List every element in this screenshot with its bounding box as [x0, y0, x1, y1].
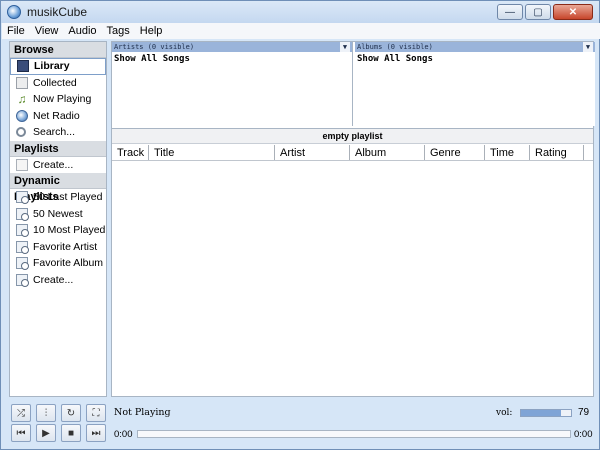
volume-slider-fill — [521, 410, 561, 416]
browse-header: Browse — [10, 42, 106, 58]
collected-icon — [16, 76, 28, 89]
sidebar: Browse Library Collected ♫ Now Playing N… — [9, 41, 107, 397]
playlist-column-header: Track Title Artist Album Genre Time Rati… — [112, 145, 593, 161]
playlist-title: empty playlist — [112, 128, 593, 144]
repeat-button[interactable]: ↻ — [61, 404, 81, 422]
now-playing-status: Not Playing — [114, 407, 171, 418]
page-icon — [16, 158, 28, 171]
main-panel: Artists (0 visible) ▼ Show All Songs Alb… — [111, 41, 595, 397]
sidebar-item-create-dynamic[interactable]: Create... — [10, 272, 106, 289]
sidebar-item-favorite-artist[interactable]: Favorite Artist — [10, 239, 106, 256]
next-button[interactable]: ⏭ — [86, 424, 106, 442]
play-button[interactable]: ▶ — [36, 424, 56, 442]
sidebar-item-collected[interactable]: Collected — [10, 75, 106, 92]
column-genre[interactable]: Genre — [425, 145, 485, 160]
minimize-button[interactable]: — — [497, 4, 523, 20]
stop-button[interactable]: ■ — [61, 424, 81, 442]
sidebar-item-search[interactable]: Search... — [10, 124, 106, 141]
menu-view[interactable]: View — [30, 25, 64, 37]
sidebar-item-label: Create... — [33, 273, 74, 286]
app-window: musikCube — ▢ ✕ File View Audio Tags Hel… — [0, 0, 600, 450]
sidebar-item-now-playing[interactable]: ♫ Now Playing — [10, 91, 106, 108]
volume-value: 79 — [578, 407, 590, 418]
menu-file[interactable]: File — [2, 25, 30, 37]
dynamic-playlist-icon — [16, 191, 29, 205]
sidebar-item-label: Search... — [33, 126, 76, 139]
sidebar-item-label: Library — [34, 60, 70, 73]
fullscreen-icon: ⛶ — [92, 407, 100, 419]
previous-icon: ⏮ — [16, 427, 26, 439]
playlists-header: Playlists — [10, 140, 106, 157]
sidebar-item-label: 50 Newest — [33, 207, 83, 220]
chevron-down-icon[interactable]: ▼ — [340, 42, 350, 52]
maximize-button[interactable]: ▢ — [525, 4, 551, 20]
column-time[interactable]: Time — [485, 145, 530, 160]
close-button[interactable]: ✕ — [553, 4, 593, 20]
artists-filter-header[interactable]: Artists (0 visible) ▼ — [112, 42, 352, 52]
sidebar-item-label: Collected — [33, 76, 77, 89]
transport-bar: ⤮ ⫶ ↻ ⛶ ⏮ ▶ ■ ⏭ Not Playing vol: 79 0:00… — [1, 399, 599, 449]
previous-button[interactable]: ⏮ — [11, 424, 31, 442]
fullscreen-button[interactable]: ⛶ — [86, 404, 106, 422]
artists-filter-title: Artists (0 visible) — [114, 43, 195, 51]
volume-slider[interactable] — [520, 409, 572, 417]
sidebar-item-label: Favorite Artist — [33, 240, 98, 253]
dynamic-playlist-icon — [16, 257, 29, 271]
column-title[interactable]: Title — [149, 145, 275, 160]
title-bar[interactable]: musikCube — ▢ ✕ — [1, 1, 599, 23]
play-icon: ▶ — [42, 427, 50, 439]
column-rating[interactable]: Rating — [530, 145, 584, 160]
music-note-icon: ♫ — [17, 92, 27, 107]
time-elapsed: 0:00 — [114, 429, 133, 440]
volume-label: vol: — [496, 408, 513, 418]
sidebar-item-label: Create... — [33, 158, 74, 171]
artists-filter[interactable]: Artists (0 visible) ▼ Show All Songs — [112, 42, 353, 126]
stop-icon: ■ — [67, 427, 75, 439]
menu-bar: File View Audio Tags Help — [2, 23, 600, 39]
dynamic-playlist-icon — [16, 207, 29, 221]
window-controls: — ▢ ✕ — [497, 4, 593, 20]
column-album[interactable]: Album — [350, 145, 425, 160]
shuffle-button[interactable]: ⤮ — [11, 404, 31, 422]
time-total: 0:00 — [574, 429, 593, 440]
sidebar-item-net-radio[interactable]: Net Radio — [10, 108, 106, 125]
equalizer-icon: ⫶ — [44, 407, 48, 419]
sidebar-item-favorite-album[interactable]: Favorite Album — [10, 255, 106, 272]
sidebar-item-label: Net Radio — [33, 109, 80, 122]
next-icon: ⏭ — [91, 427, 101, 439]
sidebar-item-label: 10 Most Played — [33, 224, 106, 237]
sidebar-item-50-newest[interactable]: 50 Newest — [10, 206, 106, 223]
column-artist[interactable]: Artist — [275, 145, 350, 160]
repeat-icon: ↻ — [66, 407, 76, 419]
equalizer-button[interactable]: ⫶ — [36, 404, 56, 422]
dynamic-playlist-icon — [16, 240, 29, 254]
globe-icon — [16, 109, 28, 122]
dynamic-playlists-header: Dynamic Playlists — [10, 173, 106, 203]
shuffle-icon: ⤮ — [17, 407, 25, 419]
chevron-down-icon[interactable]: ▼ — [583, 42, 593, 52]
sidebar-item-library[interactable]: Library — [10, 58, 106, 75]
dynamic-playlist-icon — [16, 273, 29, 287]
window-title: musikCube — [27, 5, 88, 19]
sidebar-item-10-most-played[interactable]: 10 Most Played — [10, 222, 106, 239]
search-icon — [16, 127, 26, 138]
sidebar-item-label: 50 Last Played — [33, 191, 103, 204]
albums-filter-title: Albums (0 visible) — [357, 43, 433, 51]
dynamic-playlist-icon — [16, 224, 29, 238]
sidebar-item-create-playlist[interactable]: Create... — [10, 157, 106, 174]
library-icon — [17, 60, 29, 73]
albums-filter[interactable]: Albums (0 visible) ▼ Show All Songs — [355, 42, 595, 126]
menu-audio[interactable]: Audio — [63, 25, 101, 37]
sidebar-item-label: Favorite Album — [33, 257, 104, 270]
sidebar-item-50-last-played[interactable]: 50 Last Played — [10, 189, 106, 206]
seek-bar[interactable] — [137, 430, 571, 438]
app-icon — [7, 5, 21, 19]
menu-tags[interactable]: Tags — [102, 25, 135, 37]
albums-show-all[interactable]: Show All Songs — [355, 54, 595, 64]
albums-filter-header[interactable]: Albums (0 visible) ▼ — [355, 42, 595, 52]
sidebar-item-label: Now Playing — [33, 93, 92, 106]
artists-show-all[interactable]: Show All Songs — [112, 54, 352, 64]
column-track[interactable]: Track — [112, 145, 149, 160]
menu-help[interactable]: Help — [135, 25, 168, 37]
